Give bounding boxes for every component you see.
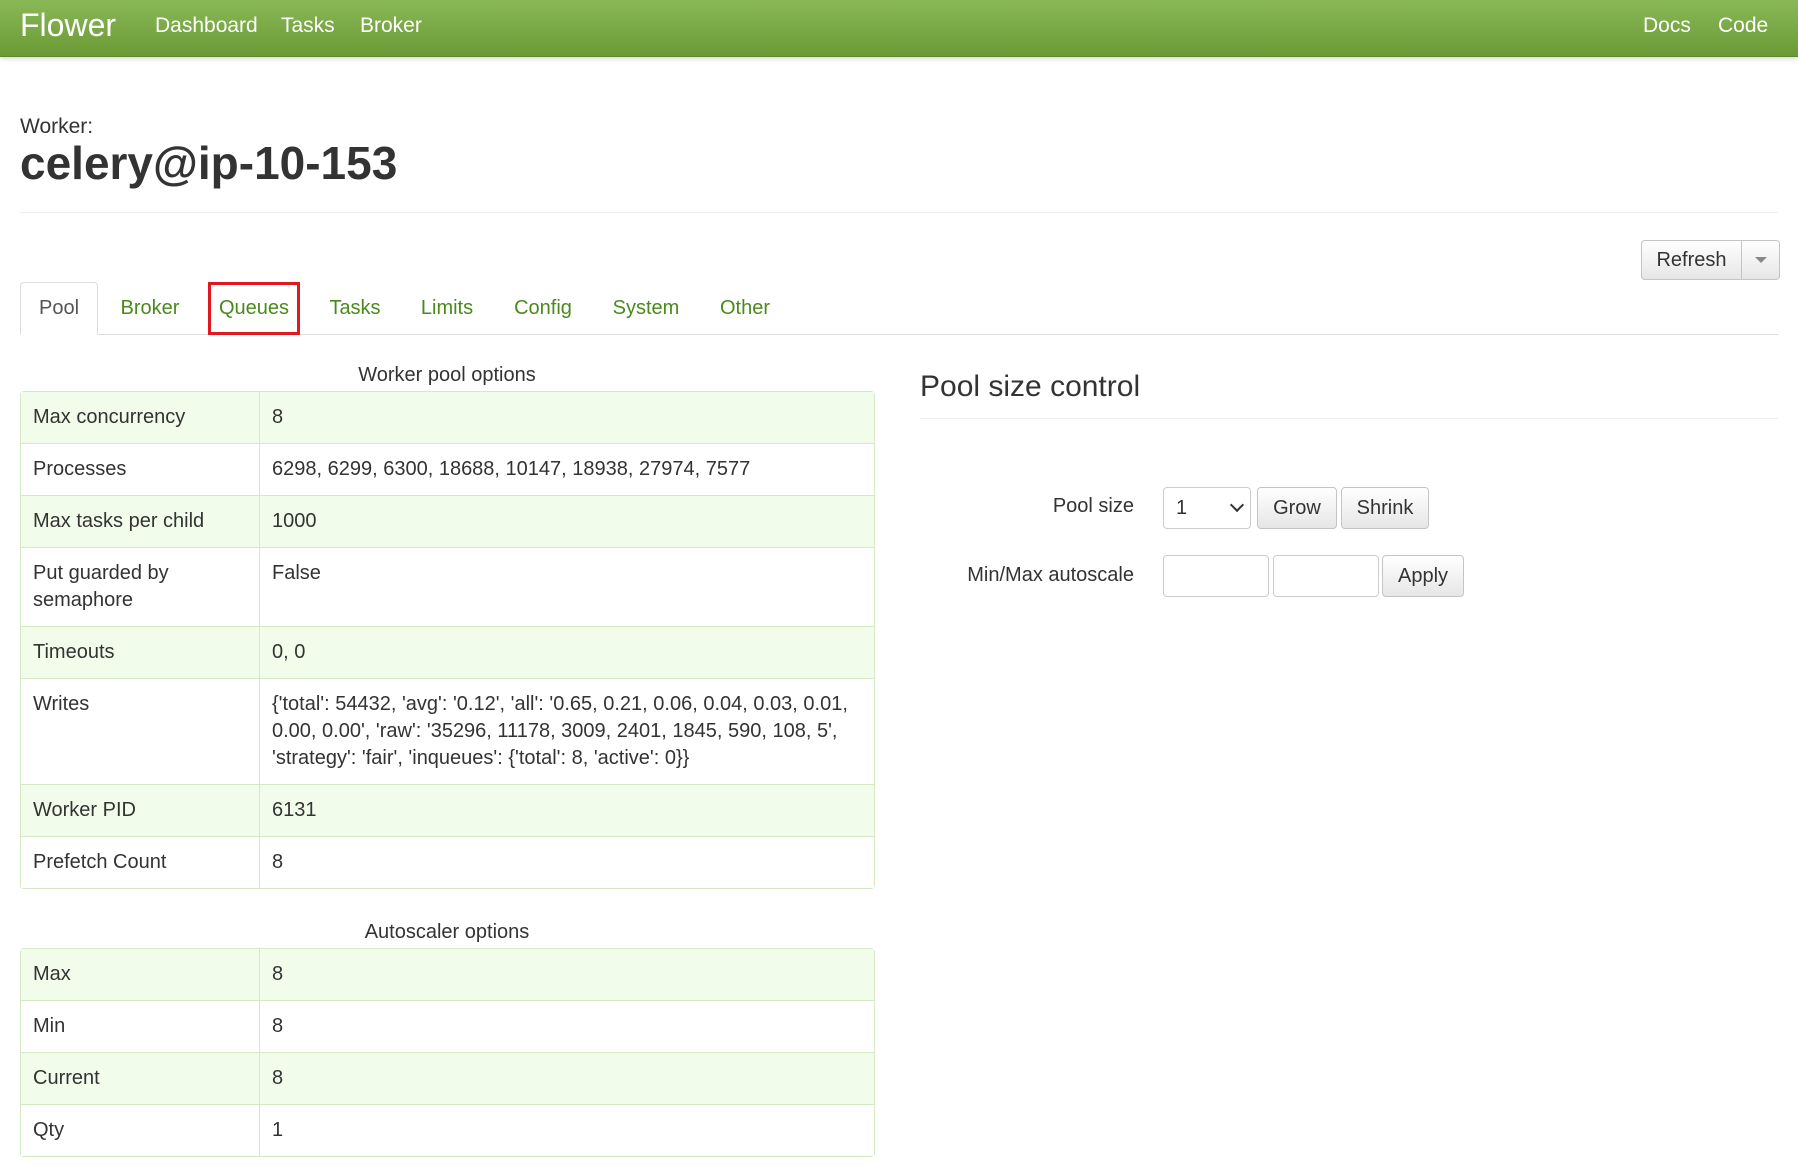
refresh-button[interactable]: Refresh	[1641, 240, 1742, 280]
tab-config[interactable]: Config	[502, 282, 584, 335]
refresh-button-group: Refresh	[1641, 240, 1780, 280]
table-row: Processes 6298, 6299, 6300, 18688, 10147…	[21, 443, 874, 495]
row-key: Timeouts	[21, 626, 260, 678]
nav-docs[interactable]: Docs	[1643, 14, 1691, 38]
pool-size-value: 1	[1176, 496, 1188, 519]
pool-options-table: Max concurrency 8 Processes 6298, 6299, …	[20, 391, 875, 889]
row-value: 8	[260, 949, 874, 1000]
table-row: Qty 1	[21, 1104, 874, 1156]
nav-tasks[interactable]: Tasks	[281, 14, 335, 38]
row-key: Max concurrency	[21, 392, 260, 443]
shrink-button[interactable]: Shrink	[1341, 487, 1429, 529]
table-row: Max concurrency 8	[21, 392, 874, 443]
page-title: celery@ip-10-153	[20, 137, 398, 189]
row-value: 8	[260, 1000, 874, 1052]
refresh-dropdown-button[interactable]	[1742, 240, 1780, 280]
chevron-down-icon	[1229, 497, 1245, 513]
row-value: 6131	[260, 784, 874, 836]
tab-system[interactable]: System	[600, 282, 692, 335]
nav-broker[interactable]: Broker	[360, 14, 422, 38]
autoscaler-options-table: Max 8 Min 8 Current 8 Qty 1	[20, 948, 875, 1157]
row-key: Processes	[21, 443, 260, 495]
pool-control-divider	[920, 418, 1778, 419]
pool-options-caption: Worker pool options	[358, 364, 536, 386]
apply-button[interactable]: Apply	[1382, 555, 1464, 597]
row-value: 1000	[260, 495, 874, 547]
tab-broker[interactable]: Broker	[102, 282, 198, 335]
pool-size-label: Pool size	[1052, 495, 1134, 517]
tab-limits[interactable]: Limits	[408, 282, 486, 335]
row-key: Max tasks per child	[21, 495, 260, 547]
row-key: Current	[21, 1052, 260, 1104]
table-row: Max tasks per child 1000	[21, 495, 874, 547]
row-value: 8	[260, 836, 874, 888]
row-value: 6298, 6299, 6300, 18688, 10147, 18938, 2…	[260, 443, 874, 495]
row-key: Qty	[21, 1104, 260, 1156]
header-divider	[20, 212, 1778, 213]
row-value: 8	[260, 1052, 874, 1104]
row-value: False	[260, 547, 874, 626]
grow-button[interactable]: Grow	[1257, 487, 1337, 529]
row-key: Put guarded by semaphore	[21, 547, 260, 626]
row-value: {'total': 54432, 'avg': '0.12', 'all': '…	[260, 678, 874, 784]
row-key: Worker PID	[21, 784, 260, 836]
row-value: 1	[260, 1104, 874, 1156]
table-row: Prefetch Count 8	[21, 836, 874, 888]
min-autoscale-input[interactable]	[1163, 555, 1269, 597]
tab-tasks[interactable]: Tasks	[316, 282, 394, 335]
row-key: Min	[21, 1000, 260, 1052]
tab-pool[interactable]: Pool	[20, 282, 98, 335]
table-row: Max 8	[21, 949, 874, 1000]
row-key: Writes	[21, 678, 260, 784]
table-row: Writes {'total': 54432, 'avg': '0.12', '…	[21, 678, 874, 784]
autoscale-label: Min/Max autoscale	[967, 564, 1134, 586]
nav-dashboard[interactable]: Dashboard	[155, 14, 258, 38]
nav-code[interactable]: Code	[1718, 14, 1768, 38]
brand-logo[interactable]: Flower	[20, 7, 116, 44]
caret-down-icon	[1754, 257, 1767, 263]
table-row: Min 8	[21, 1000, 874, 1052]
row-value: 0, 0	[260, 626, 874, 678]
tab-queues[interactable]: Queues	[208, 282, 300, 335]
row-value: 8	[260, 392, 874, 443]
navbar: Flower Dashboard Tasks Broker Docs Code	[0, 0, 1798, 57]
tab-other[interactable]: Other	[706, 282, 784, 335]
row-key: Prefetch Count	[21, 836, 260, 888]
pool-size-select[interactable]: 1	[1163, 487, 1251, 529]
row-key: Max	[21, 949, 260, 1000]
table-row: Put guarded by semaphore False	[21, 547, 874, 626]
max-autoscale-input[interactable]	[1273, 555, 1379, 597]
autoscaler-options-caption: Autoscaler options	[364, 921, 530, 943]
table-row: Current 8	[21, 1052, 874, 1104]
table-row: Timeouts 0, 0	[21, 626, 874, 678]
pool-control-title: Pool size control	[920, 370, 1141, 403]
table-row: Worker PID 6131	[21, 784, 874, 836]
